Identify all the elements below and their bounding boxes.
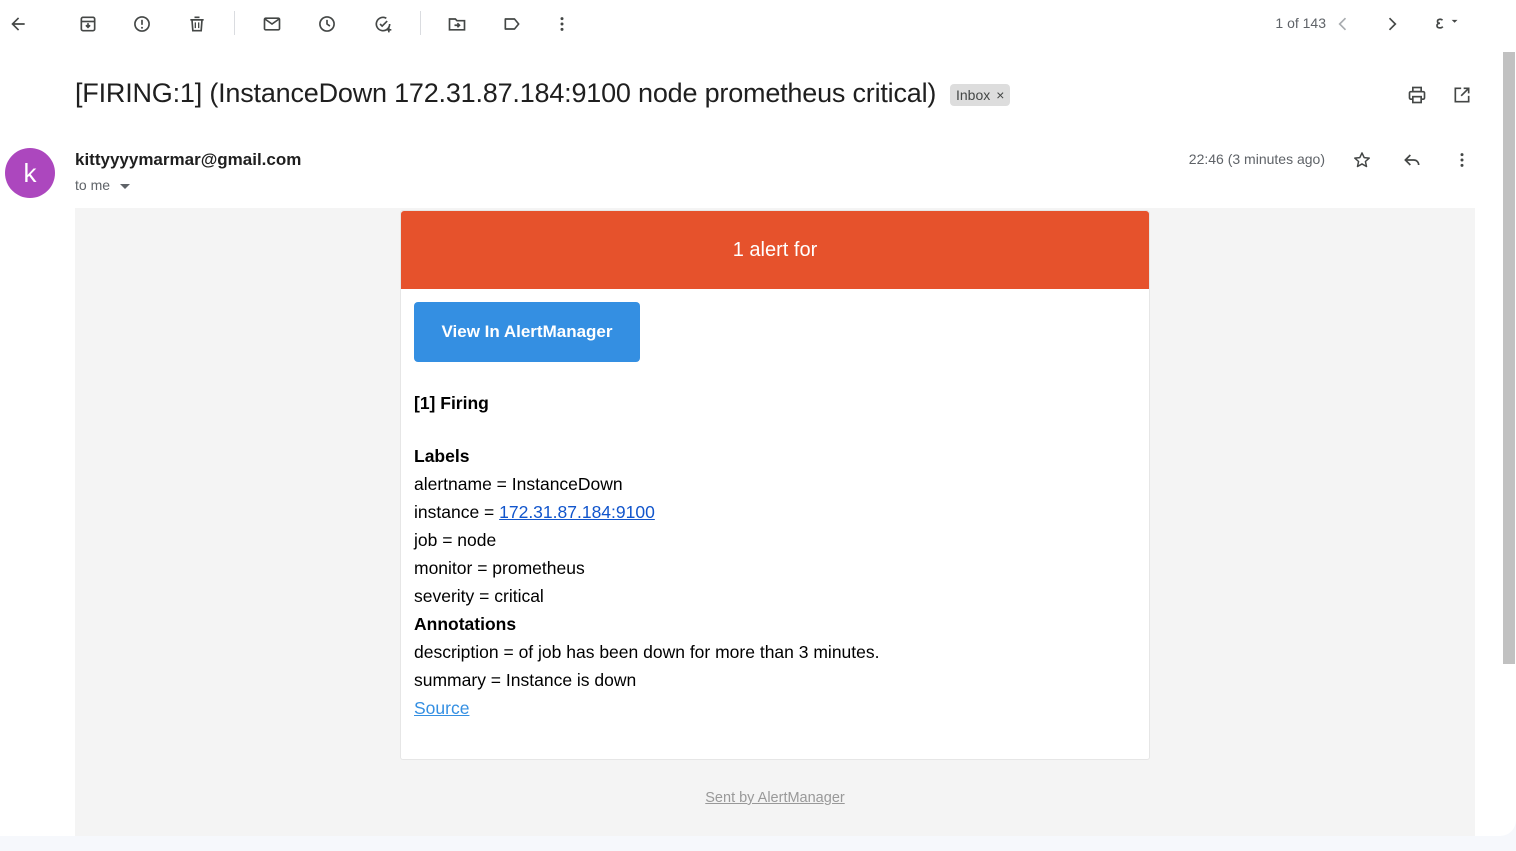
label-text: Inbox: [956, 87, 991, 103]
add-task-icon[interactable]: [368, 9, 398, 39]
label-instance: instance = 172.31.87.184:9100: [414, 498, 880, 526]
remove-label-icon[interactable]: ×: [996, 87, 1004, 103]
input-tools-icon[interactable]: [1425, 9, 1465, 39]
star-icon[interactable]: [1347, 145, 1377, 175]
view-in-alertmanager-button[interactable]: View In AlertManager: [414, 302, 640, 362]
annotations-heading: Annotations: [414, 614, 517, 634]
sent-by-alertmanager-link[interactable]: Sent by AlertManager: [705, 790, 844, 806]
sender-email[interactable]: kittyyyymarmar@gmail.com: [75, 150, 301, 170]
mark-unread-icon[interactable]: [257, 9, 287, 39]
open-in-new-window-icon[interactable]: [1447, 80, 1477, 110]
scrollbar[interactable]: [1500, 52, 1516, 692]
labels-heading: Labels: [414, 446, 470, 466]
chevron-right-icon[interactable]: [1377, 9, 1407, 39]
archive-icon[interactable]: [73, 9, 103, 39]
chevron-left-icon[interactable]: [1328, 9, 1358, 39]
inbox-label-chip[interactable]: Inbox ×: [950, 84, 1011, 106]
firing-count: [1] Firing: [414, 393, 489, 413]
message-more-icon[interactable]: [1447, 145, 1477, 175]
recipient-details[interactable]: to me: [75, 177, 131, 193]
toolbar: 1 of 143: [0, 0, 1500, 48]
toolbar-divider: [420, 11, 421, 35]
email-body: 1 alert for View In AlertManager [1] Fir…: [75, 208, 1475, 836]
instance-link[interactable]: 172.31.87.184:9100: [499, 502, 655, 522]
label-icon[interactable]: [497, 9, 527, 39]
sender-avatar[interactable]: k: [5, 148, 55, 198]
alert-details: [1] Firing Labels alertname = InstanceDo…: [414, 389, 880, 722]
message-timestamp: 22:46 (3 minutes ago): [1188, 151, 1325, 167]
reply-icon[interactable]: [1397, 145, 1427, 175]
annotation-summary: summary = Instance is down: [414, 670, 637, 690]
snooze-icon[interactable]: [312, 9, 342, 39]
email-view: 1 of 143 [FIRING:1] (InstanceDown 172.31…: [0, 0, 1516, 836]
label-instance-key: instance =: [414, 502, 500, 522]
alert-header: 1 alert for: [401, 211, 1149, 289]
report-spam-icon[interactable]: [127, 9, 157, 39]
move-to-icon[interactable]: [442, 9, 472, 39]
annotation-description: description = of job has been down for m…: [414, 642, 880, 662]
toolbar-divider: [234, 11, 235, 35]
caret-down-icon[interactable]: [120, 183, 131, 189]
source-link[interactable]: Source: [414, 698, 469, 718]
label-severity: severity = critical: [414, 586, 544, 606]
email-footer: Sent by AlertManager: [400, 790, 1150, 806]
label-monitor: monitor = prometheus: [414, 558, 585, 578]
label-alertname: alertname = InstanceDown: [414, 474, 623, 494]
scrollbar-thumb[interactable]: [1503, 52, 1515, 664]
recipient-text: to me: [75, 177, 111, 193]
back-arrow-icon[interactable]: [3, 9, 33, 39]
pager-count: 1 of 143: [1275, 15, 1326, 31]
delete-icon[interactable]: [182, 9, 212, 39]
alert-card: 1 alert for View In AlertManager [1] Fir…: [400, 210, 1150, 760]
more-vert-icon[interactable]: [547, 9, 577, 39]
email-subject: [FIRING:1] (InstanceDown 172.31.87.184:9…: [75, 78, 937, 108]
label-job: job = node: [414, 530, 497, 550]
print-icon[interactable]: [1402, 80, 1432, 110]
